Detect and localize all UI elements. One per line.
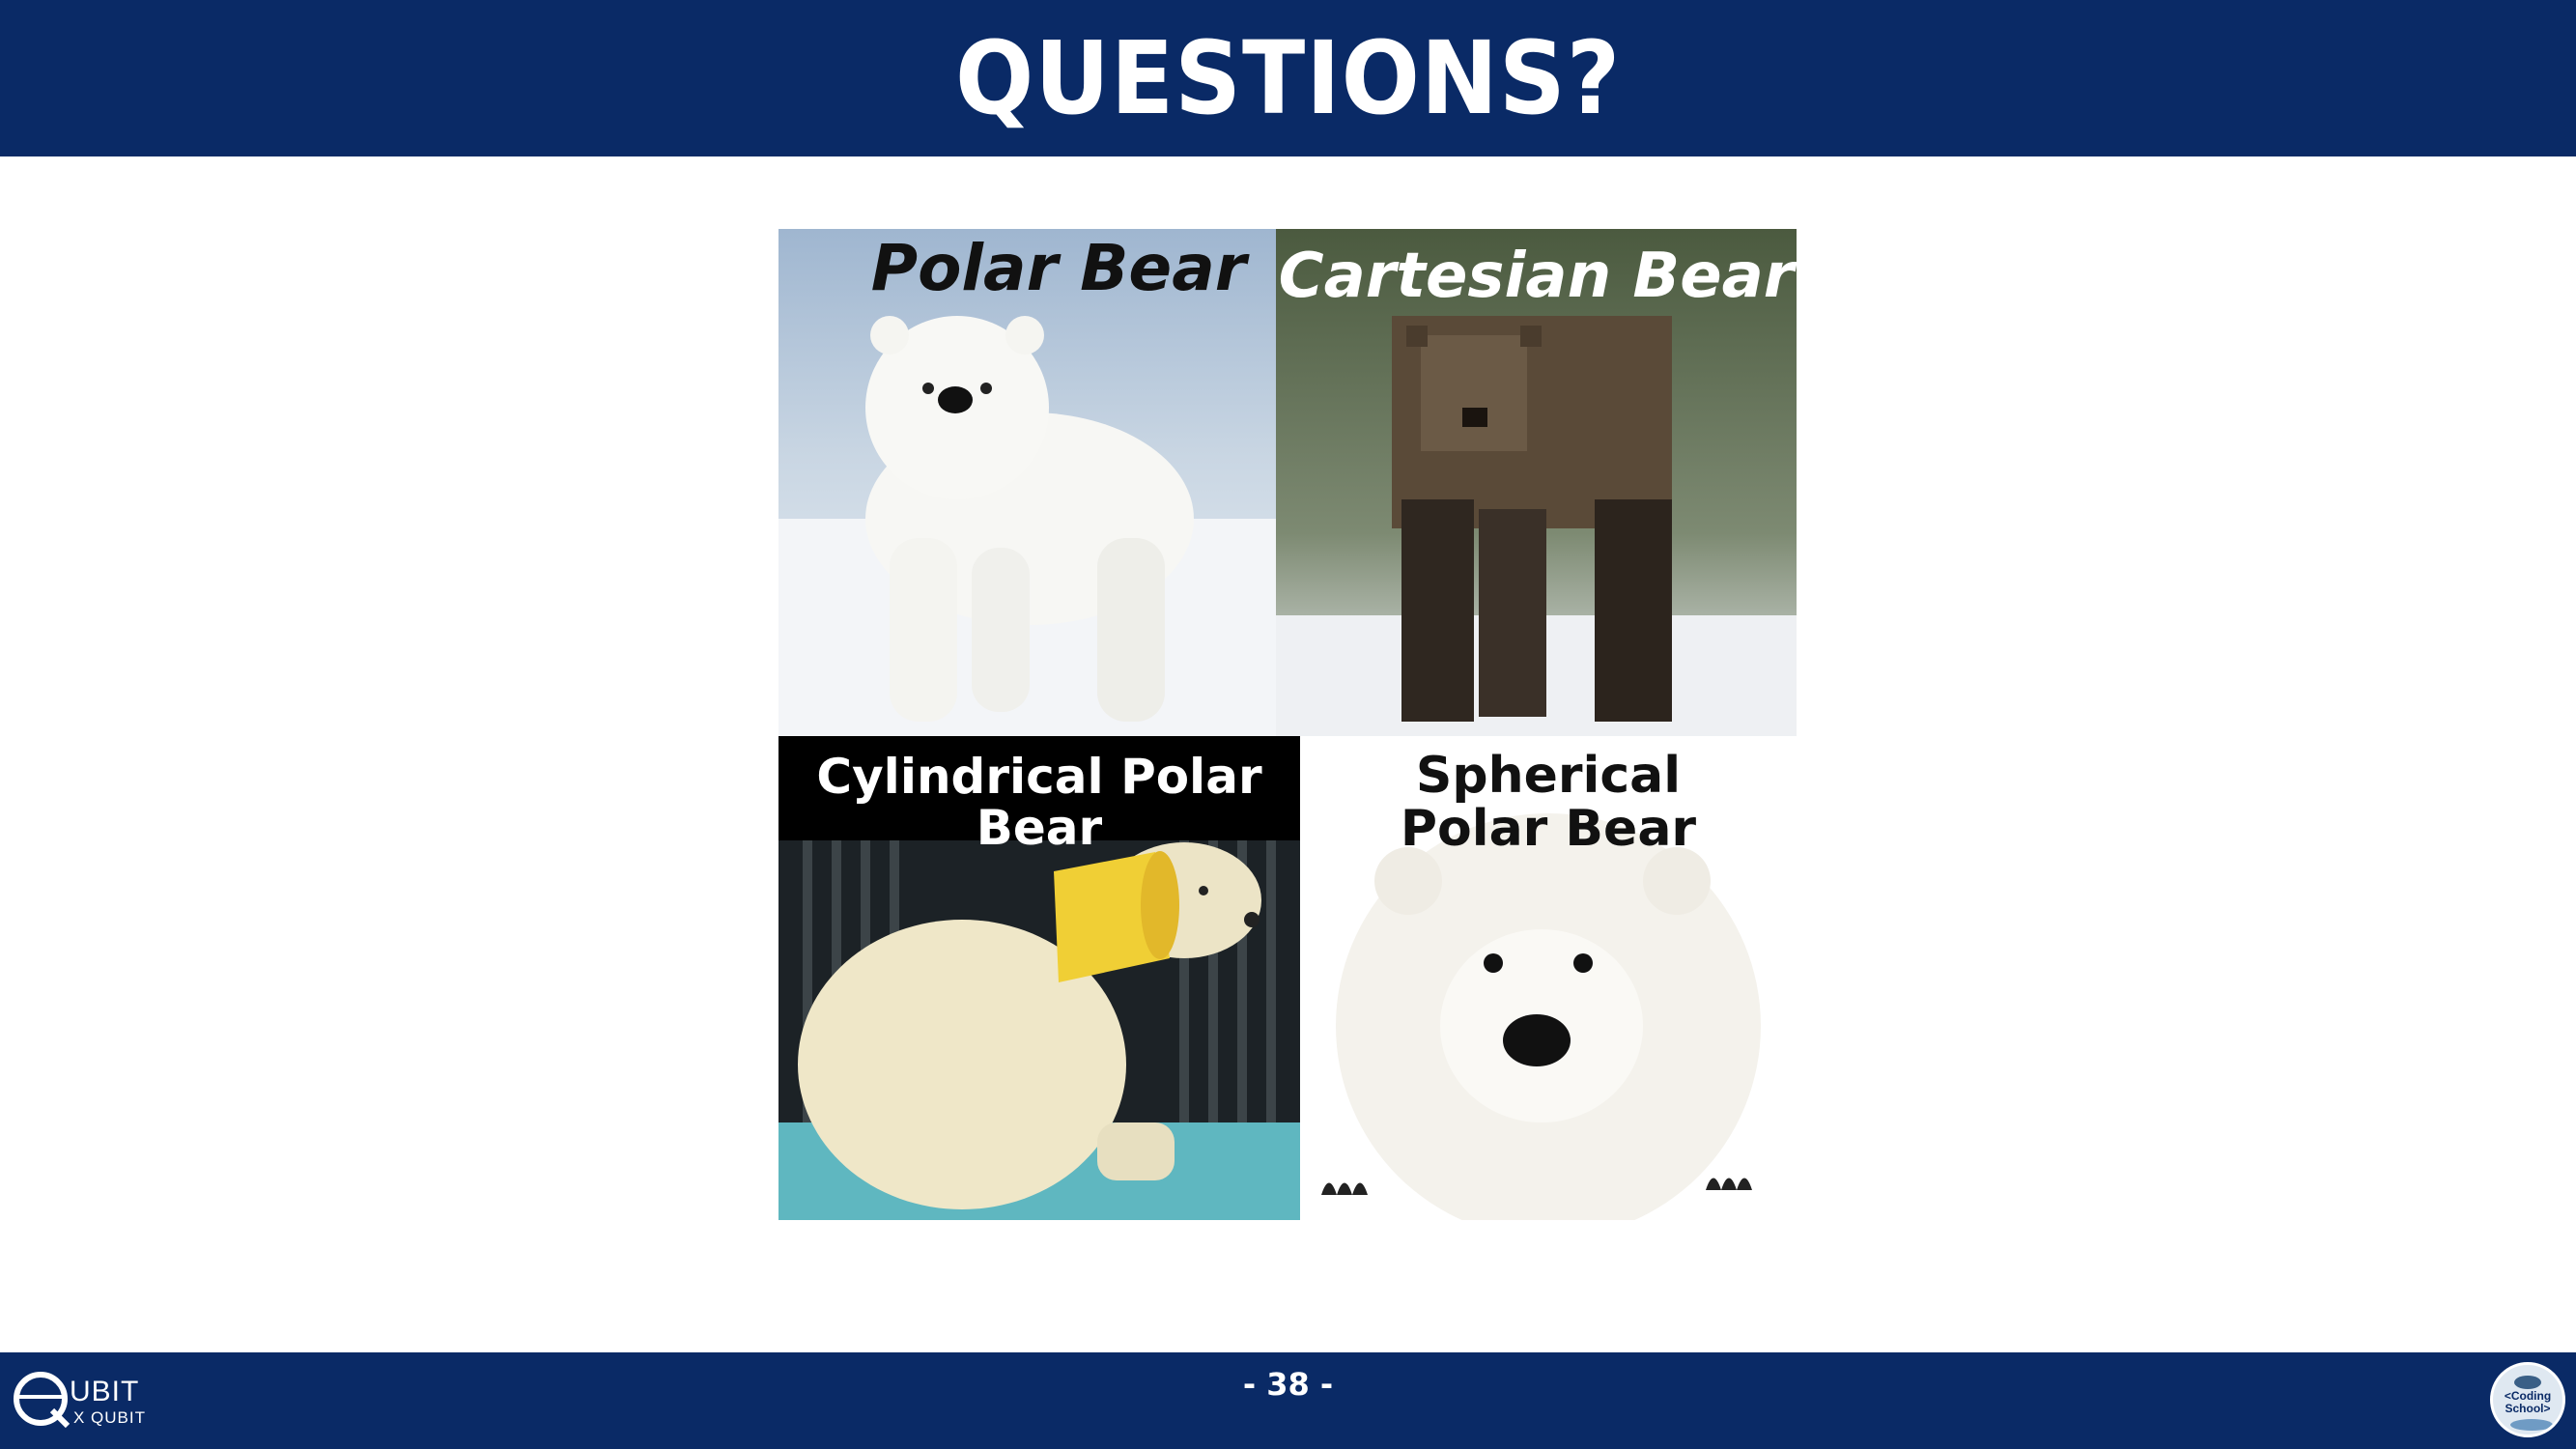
polar-bear-caption: Polar Bear	[870, 231, 1247, 305]
spherical-polar-bear-panel: Spherical Polar Bear	[1300, 736, 1797, 1220]
page-number: - 38 -	[1242, 1366, 1334, 1403]
qubit-logo-subtext: X QUBIT	[73, 1408, 147, 1427]
cartesian-bear-caption: Cartesian Bear	[1278, 241, 1795, 312]
bear-meme-image: Polar Bear Cartesian Bear Cylindrical Po…	[778, 229, 1797, 1220]
slide-header: QUESTIONS?	[0, 0, 2576, 156]
cartesian-bear-panel: Cartesian Bear	[1276, 229, 1797, 736]
cylindrical-polar-bear-caption: Cylindrical Polar Bear	[816, 749, 1262, 856]
polar-bear-panel: Polar Bear	[778, 229, 1276, 736]
cylindrical-polar-bear-panel: Cylindrical Polar Bear	[778, 736, 1300, 1220]
spherical-polar-bear-caption: Spherical Polar Bear	[1400, 747, 1697, 858]
coding-school-line1: <Coding	[2504, 1389, 2552, 1403]
slide-footer: UBIT X QUBIT - 38 - <Coding School>	[0, 1352, 2576, 1449]
coding-school-logo: <Coding School>	[2490, 1362, 2565, 1437]
coding-school-line2: School>	[2505, 1402, 2551, 1415]
slide-title: QUESTIONS?	[954, 19, 1622, 137]
coding-school-logo-text: <Coding School>	[2493, 1390, 2562, 1415]
